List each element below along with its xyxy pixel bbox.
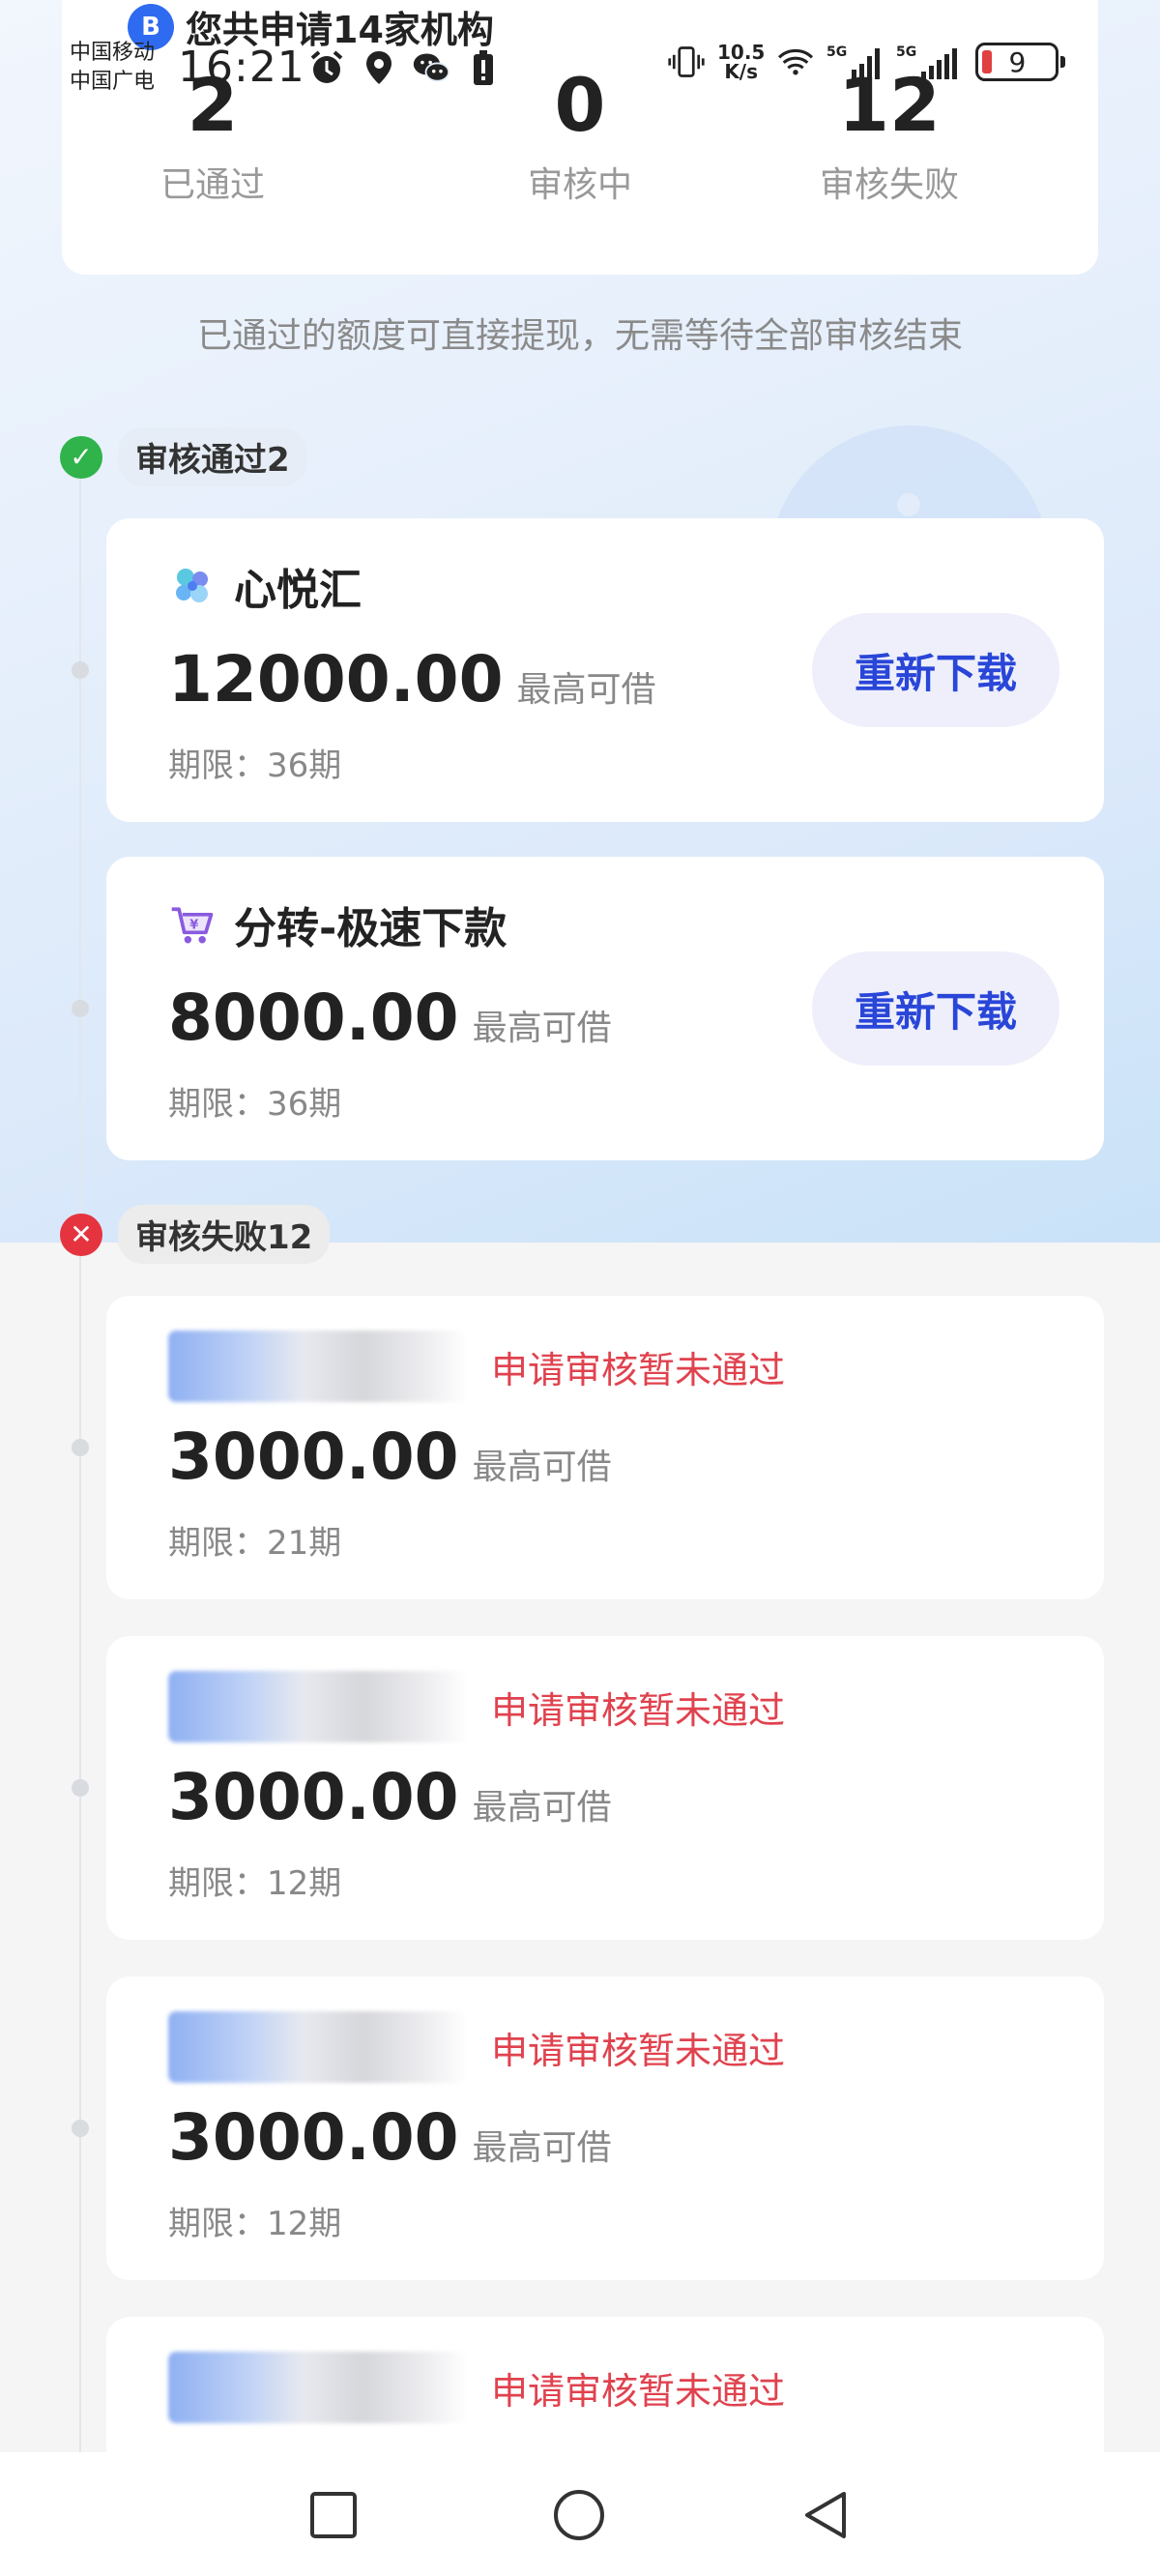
card-title-row: 申请审核暂未通过 xyxy=(168,1331,785,1402)
term: 期限：36期 xyxy=(168,746,342,785)
amount-row: 3000.00 最高可借 xyxy=(168,1760,612,1834)
svg-text:5G: 5G xyxy=(826,44,847,60)
carrier-info: 中国移动 中国广电 xyxy=(70,39,155,97)
net-speed-value: 10.5 xyxy=(717,41,766,64)
alarm-icon xyxy=(307,48,346,87)
wifi-icon xyxy=(776,43,815,81)
failed-card-3[interactable]: 申请审核暂未通过 3000.00 最高可借 期限：12期 xyxy=(106,1976,1104,2280)
stat-failed-label: 审核失败 xyxy=(819,165,959,205)
amount: 8000.00 xyxy=(168,981,459,1055)
timeline-dot xyxy=(72,2120,89,2137)
amount: 3000.00 xyxy=(168,2100,459,2175)
amount-row: 3000.00 最高可借 xyxy=(168,2100,612,2175)
location-icon xyxy=(360,48,398,87)
amount: 3000.00 xyxy=(168,1420,459,1494)
stat-reviewing-label: 审核中 xyxy=(527,165,632,205)
card-title-row: 申请审核暂未通过 xyxy=(168,2352,785,2423)
svg-text:¥: ¥ xyxy=(189,919,198,933)
amount-label: 最高可借 xyxy=(516,670,656,710)
check-circle-icon: ✓ xyxy=(60,435,102,479)
wechat-icon xyxy=(412,48,450,87)
fail-status: 申请审核暂未通过 xyxy=(491,1348,786,1391)
clock: 16:21 xyxy=(178,43,305,92)
decorative-dot xyxy=(897,493,920,516)
amount-label: 最高可借 xyxy=(472,1009,612,1048)
app-name: 分转-极速下款 xyxy=(234,904,508,953)
card-title-row: 申请审核暂未通过 xyxy=(168,2011,785,2083)
blurred-logo xyxy=(168,1671,468,1742)
back-icon[interactable] xyxy=(793,2481,860,2549)
amount-label: 最高可借 xyxy=(472,2128,612,2168)
amount-row: 8000.00 最高可借 xyxy=(168,981,612,1055)
card-title-row: 申请审核暂未通过 xyxy=(168,1671,785,1742)
term: 期限：36期 xyxy=(168,1085,342,1124)
failed-card-2[interactable]: 申请审核暂未通过 3000.00 最高可借 期限：12期 xyxy=(106,1636,1104,1940)
battery-icon: 9 xyxy=(975,43,1066,81)
timeline-line xyxy=(79,464,81,2485)
amount-row: 12000.00 最高可借 xyxy=(168,642,656,717)
section-failed-header: ✕ 审核失败12 xyxy=(60,1205,331,1264)
fail-status: 申请审核暂未通过 xyxy=(491,2369,786,2413)
fail-status: 申请审核暂未通过 xyxy=(491,1688,786,1732)
signal-icon: 5G xyxy=(826,43,884,81)
svg-text:5G: 5G xyxy=(896,44,916,60)
timeline-dot xyxy=(72,1439,89,1456)
amount-row: 3000.00 最高可借 xyxy=(168,1420,612,1494)
home-icon[interactable] xyxy=(545,2481,613,2549)
carrier-1: 中国移动 xyxy=(70,41,156,65)
stat-approved-label: 已通过 xyxy=(160,165,265,205)
amount: 3000.00 xyxy=(168,1760,459,1834)
battery-saver-icon xyxy=(464,48,503,87)
section-failed-label: 审核失败12 xyxy=(118,1205,331,1264)
fail-status: 申请审核暂未通过 xyxy=(491,2029,786,2072)
close-circle-icon: ✕ xyxy=(60,1213,102,1256)
blurred-logo xyxy=(168,2352,468,2423)
term: 期限：12期 xyxy=(168,1864,342,1903)
redownload-button[interactable]: 重新下载 xyxy=(812,951,1059,1066)
approved-card-2[interactable]: ¥ 分转-极速下款 8000.00 最高可借 期限：36期 重新下载 xyxy=(106,857,1104,1160)
app-name: 心悦汇 xyxy=(234,566,362,615)
status-icons-right: 10.5 K/s 5G 5G 9 xyxy=(667,43,1066,81)
term: 期限：12期 xyxy=(168,2205,342,2243)
failed-card-1[interactable]: 申请审核暂未通过 3000.00 最高可借 期限：21期 xyxy=(106,1296,1104,1599)
vibrate-icon xyxy=(667,43,706,81)
cart-logo-icon: ¥ xyxy=(168,900,217,949)
timeline-dot xyxy=(72,1000,89,1017)
flower-logo-icon xyxy=(168,562,217,610)
status-bar: 中国移动 中国广电 16:21 10.5 K/s 5G 5G 9 xyxy=(0,0,1160,106)
term: 期限：21期 xyxy=(168,1524,342,1563)
blurred-logo xyxy=(168,2011,468,2083)
net-speed: 10.5 K/s xyxy=(717,43,765,81)
timeline-dot xyxy=(72,661,89,679)
amount-label: 最高可借 xyxy=(472,1788,612,1828)
recent-apps-icon[interactable] xyxy=(300,2481,367,2549)
battery-level: 9 xyxy=(1008,45,1027,78)
section-approved-header: ✓ 审核通过2 xyxy=(60,427,307,486)
net-speed-unit: K/s xyxy=(724,60,759,83)
card-title-row: ¥ 分转-极速下款 xyxy=(168,893,507,955)
redownload-button[interactable]: 重新下载 xyxy=(812,613,1059,727)
section-approved-label: 审核通过2 xyxy=(118,427,307,486)
blurred-logo xyxy=(168,1331,468,1402)
timeline-dot xyxy=(72,1779,89,1797)
signal-icon-2: 5G xyxy=(896,43,964,81)
approved-hint: 已通过的额度可直接提现，无需等待全部审核结束 xyxy=(196,316,963,356)
approved-card-1[interactable]: 心悦汇 12000.00 最高可借 期限：36期 重新下载 xyxy=(106,518,1104,822)
amount-label: 最高可借 xyxy=(472,1448,612,1487)
carrier-2: 中国广电 xyxy=(70,70,156,94)
card-title-row: 心悦汇 xyxy=(168,555,362,617)
failed-card-4[interactable]: 申请审核暂未通过 xyxy=(106,2317,1104,2472)
status-icons-left xyxy=(307,48,503,87)
system-nav-bar xyxy=(0,2452,1160,2576)
amount: 12000.00 xyxy=(168,642,504,717)
